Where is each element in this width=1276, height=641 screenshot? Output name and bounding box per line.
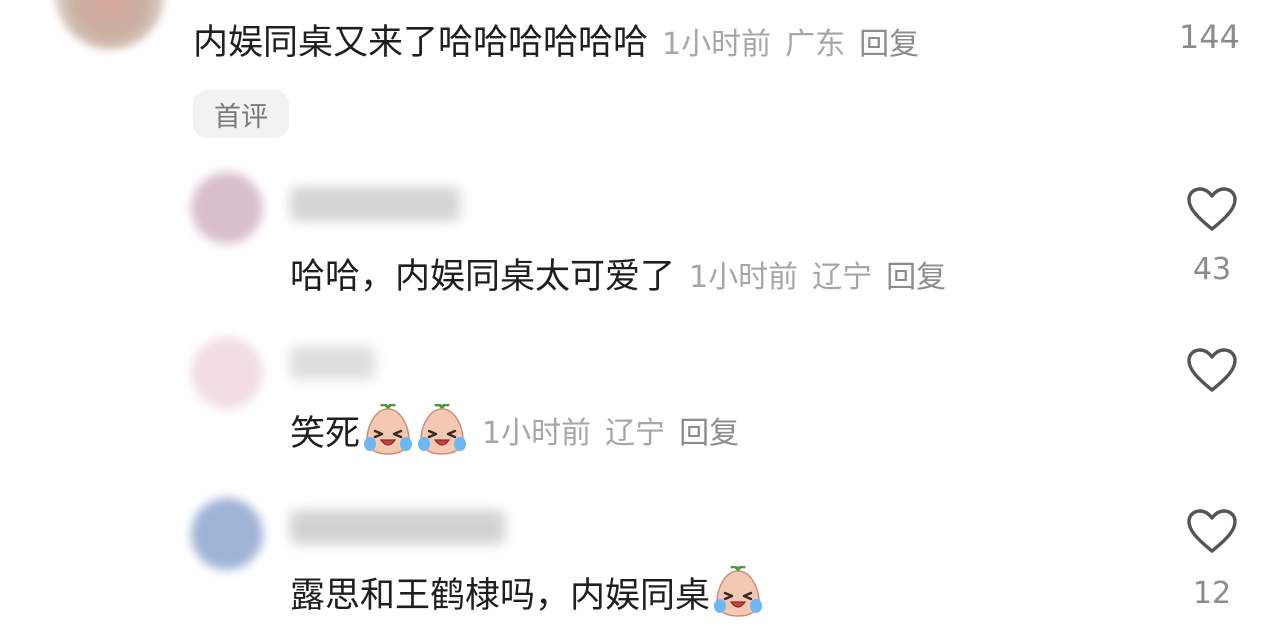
laughing-crying-emoji-icon — [364, 404, 413, 455]
comment-text: 哈哈，内娱同桌太可爱了 — [290, 257, 676, 297]
like-count: 43 — [1192, 252, 1232, 287]
top-comment: 内娱同桌又来了哈哈哈哈哈哈 1小时前 广东 回复 — [193, 14, 919, 65]
comment-time: 1小时前 — [662, 27, 772, 62]
like-count: 144 — [1178, 18, 1240, 56]
avatar[interactable] — [55, 0, 165, 50]
like-count: 12 — [1192, 576, 1232, 611]
comment-text: 笑死 — [290, 413, 361, 454]
reply-button[interactable]: 回复 — [679, 408, 739, 452]
avatar[interactable] — [191, 498, 263, 570]
reply-button[interactable]: 回复 — [859, 19, 919, 63]
avatar[interactable] — [191, 337, 263, 409]
avatar[interactable] — [191, 172, 263, 244]
laughing-crying-emoji-icon — [714, 566, 763, 617]
comment-text: 露思和王鹤棣吗，内娱同桌 — [290, 575, 711, 616]
comment-text: 内娱同桌又来了哈哈哈哈哈哈 — [193, 23, 649, 63]
reply-button[interactable]: 回复 — [886, 252, 946, 296]
reply-comment: 哈哈，内娱同桌太可爱了 1小时前 辽宁 回复 — [290, 248, 946, 299]
heart-outline-icon[interactable] — [1186, 347, 1238, 393]
comment-location: 广东 — [785, 27, 846, 62]
comment-time: 1小时前 — [689, 259, 799, 295]
username-blurred[interactable] — [290, 510, 505, 544]
comment-location: 辽宁 — [812, 259, 873, 295]
comment-time: 1小时前 — [482, 416, 592, 451]
reply-comment: 笑死 1小时前 辽宁 回复 — [290, 404, 739, 456]
first-comment-badge: 首评 — [193, 90, 289, 138]
reply-comment: 露思和王鹤棣吗，内娱同桌 — [290, 566, 764, 618]
heart-outline-icon[interactable] — [1186, 186, 1238, 232]
comment-location: 辽宁 — [605, 416, 666, 451]
username-blurred[interactable] — [290, 346, 375, 380]
username-blurred[interactable] — [290, 187, 460, 221]
laughing-crying-emoji-icon — [418, 404, 467, 455]
heart-outline-icon[interactable] — [1186, 508, 1238, 554]
